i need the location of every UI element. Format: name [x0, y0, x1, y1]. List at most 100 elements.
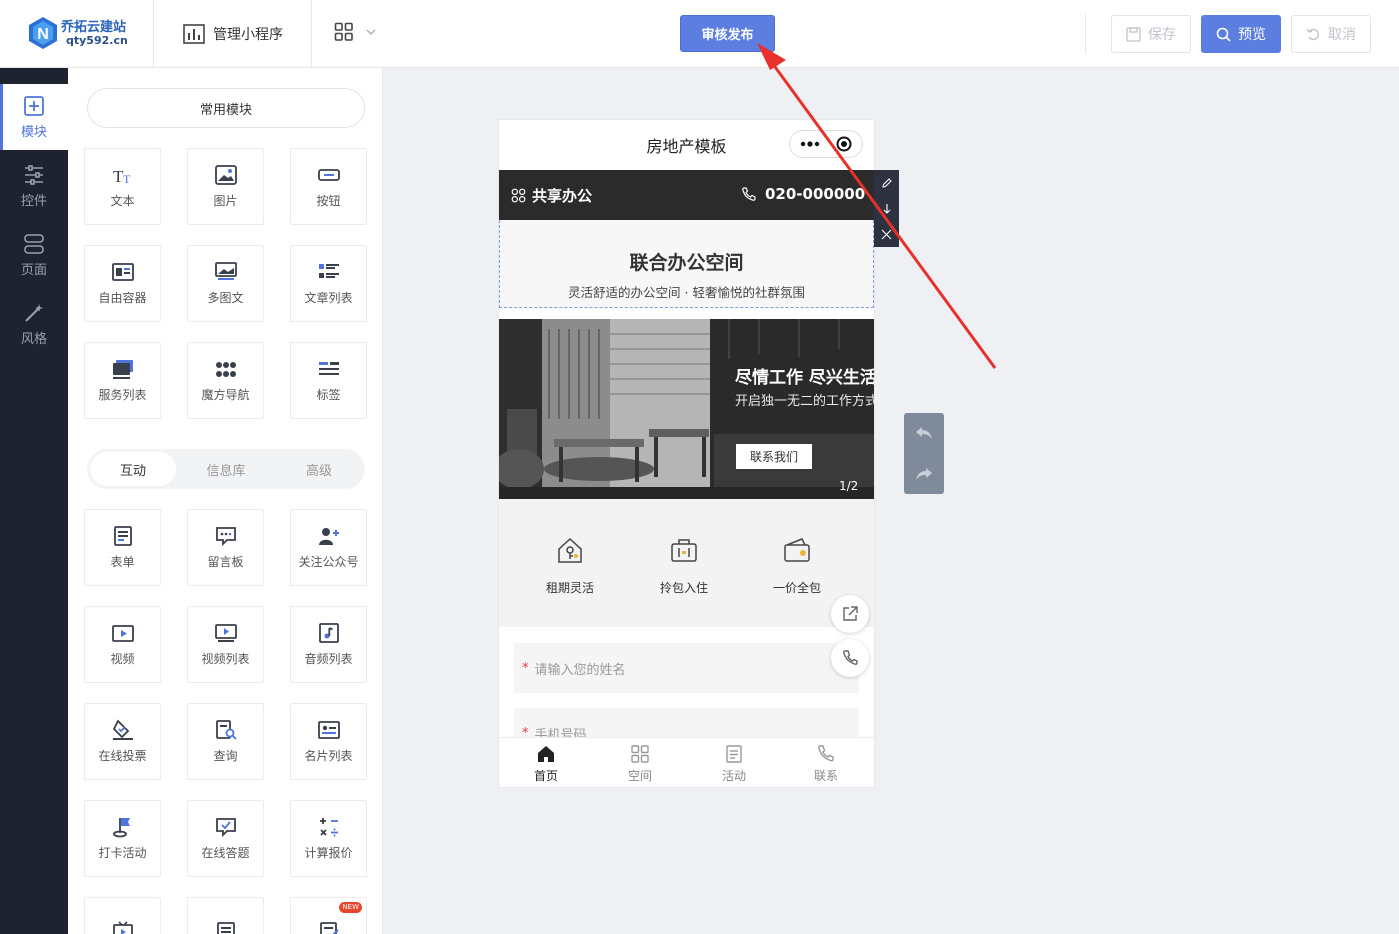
follow-user-icon — [318, 528, 339, 545]
nav-label: 控件 — [20, 193, 47, 209]
tab-activity[interactable]: 活动 — [687, 744, 781, 784]
module-button[interactable]: 按钮 — [290, 148, 367, 225]
save-button[interactable]: 保存 — [1111, 15, 1191, 53]
undo-button[interactable] — [904, 413, 944, 453]
manage-miniprogram-button[interactable]: 管理小程序 — [183, 20, 283, 48]
feature-item[interactable]: 一价全包 — [752, 535, 842, 596]
module-online-vote[interactable]: 在线投票 — [84, 703, 161, 780]
call-button[interactable] — [831, 639, 869, 677]
banner-title: 尽情工作 尽兴生活 — [735, 368, 874, 388]
module-label: 音频列表 — [304, 652, 353, 666]
save-icon — [1126, 26, 1141, 42]
module-query[interactable]: 查询 — [187, 703, 264, 780]
module-image[interactable]: 图片 — [187, 148, 264, 225]
logo[interactable]: N 乔拓云建站 qty592.cn — [28, 14, 138, 54]
feature-label: 拎包入住 — [659, 581, 708, 595]
module-tag[interactable]: 标签 — [290, 342, 367, 419]
module-audio-list[interactable]: 音频列表 — [290, 606, 367, 683]
module-article-list[interactable]: 文章列表 — [290, 245, 367, 322]
tab-advanced[interactable]: 高级 — [276, 452, 362, 486]
module-text[interactable]: TT 文本 — [84, 148, 161, 225]
nav-label: 页面 — [20, 262, 47, 278]
module-label: 表单 — [110, 555, 135, 569]
module-free-container[interactable]: 自由容器 — [84, 245, 161, 322]
apps-dropdown[interactable] — [334, 22, 376, 42]
tab-info-library[interactable]: 信息库 — [183, 452, 269, 486]
button-icon — [317, 169, 340, 181]
banner-carousel[interactable]: 尽情工作 尽兴生活 开启独一无二的工作方式 联系我们 1/2 — [499, 319, 874, 499]
common-modules-header[interactable]: 常用模块 — [87, 88, 365, 128]
plus-square-icon — [24, 95, 44, 116]
tv-icon — [112, 920, 133, 934]
name-field[interactable]: * 请输入您的姓名 — [514, 643, 859, 693]
nav-item-pages[interactable]: 页面 — [0, 222, 68, 288]
header-phone[interactable]: 020-000000 — [741, 185, 865, 203]
module-card-list[interactable]: 名片列表 — [290, 703, 367, 780]
document-icon — [726, 745, 742, 763]
move-down-button[interactable] — [874, 196, 899, 221]
close-target-icon — [836, 136, 852, 152]
arrow-down-icon — [883, 203, 890, 214]
module-online-quiz[interactable]: 在线答题 — [187, 800, 264, 877]
module-price-calculator[interactable]: 计算报价 — [290, 800, 367, 877]
features-module[interactable]: 租期灵活 拎包入住 一价全包 — [499, 499, 874, 627]
module-follow-account[interactable]: 关注公众号 — [290, 509, 367, 586]
cube-nav-icon — [215, 362, 236, 377]
module-video-list[interactable]: 视频列表 — [187, 606, 264, 683]
share-icon — [843, 606, 858, 621]
module-video[interactable]: 视频 — [84, 606, 161, 683]
tab-interactive[interactable]: 互动 — [90, 452, 176, 486]
module-service-list[interactable]: 服务列表 — [84, 342, 161, 419]
left-nav: 模块 控件 页面 风格 — [0, 68, 68, 934]
share-button[interactable] — [831, 595, 869, 633]
module-label: 服务列表 — [98, 388, 147, 402]
tab-space[interactable]: 空间 — [593, 744, 687, 784]
feature-label: 租期灵活 — [545, 581, 594, 595]
preview-button[interactable]: 预览 — [1201, 15, 1281, 53]
hero-text-module[interactable]: 联合办公空间 灵活舒适的办公空间 · 轻奢愉悦的社群氛围 — [499, 220, 874, 308]
banner-contact-button[interactable]: 联系我们 — [736, 444, 812, 469]
miniprogram-capsule — [789, 130, 863, 158]
grid-icon — [631, 745, 649, 763]
module-form[interactable]: 表单 — [84, 509, 161, 586]
module-new-feature[interactable]: NEW — [290, 897, 367, 934]
module-label: 名片列表 — [304, 749, 353, 763]
module-label: 视频 — [110, 652, 135, 666]
tab-contact[interactable]: 联系 — [779, 744, 873, 784]
home-icon — [538, 746, 554, 762]
list-icon — [216, 921, 235, 934]
module-label: 打卡活动 — [98, 846, 147, 860]
module-tv[interactable] — [84, 897, 161, 934]
magic-wand-icon — [25, 303, 43, 322]
redo-button[interactable] — [904, 454, 944, 494]
feature-item[interactable]: 租期灵活 — [525, 535, 615, 596]
module-label: 魔方导航 — [201, 388, 250, 402]
module-multi-image-text[interactable]: 多图文 — [187, 245, 264, 322]
nav-item-controls[interactable]: 控件 — [0, 153, 68, 219]
article-list-icon — [318, 264, 339, 278]
module-checkin-activity[interactable]: 打卡活动 — [84, 800, 161, 877]
tab-label: 空间 — [627, 769, 652, 783]
bag-icon — [671, 539, 697, 562]
logo-icon: N — [29, 17, 57, 49]
cancel-button[interactable]: 取消 — [1291, 15, 1371, 53]
nav-item-style[interactable]: 风格 — [0, 291, 68, 357]
module-message-board[interactable]: 留言板 — [187, 509, 264, 586]
publish-button[interactable]: 审核发布 — [680, 15, 775, 52]
divider — [311, 0, 312, 68]
module-list[interactable] — [187, 897, 264, 934]
nav-item-modules[interactable]: 模块 — [0, 84, 68, 150]
tab-home[interactable]: 首页 — [499, 744, 593, 784]
chevron-down-icon — [366, 29, 376, 35]
module-label: 多图文 — [207, 291, 244, 305]
quiz-icon — [215, 818, 236, 838]
edit-module-button[interactable] — [874, 170, 899, 195]
header-module[interactable]: 共享办公 020-000000 — [499, 170, 874, 220]
feature-label: 一价全包 — [772, 581, 821, 595]
module-cube-nav[interactable]: 魔方导航 — [187, 342, 264, 419]
feature-item[interactable]: 拎包入住 — [639, 535, 729, 596]
delete-module-button[interactable] — [874, 222, 899, 247]
container-icon — [111, 263, 134, 281]
grid-icon — [511, 188, 526, 203]
module-label: 文章列表 — [304, 291, 353, 305]
